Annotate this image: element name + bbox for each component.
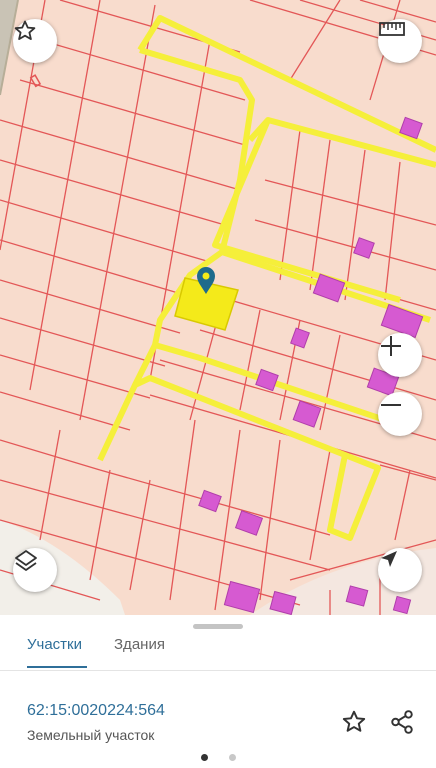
share-button[interactable] xyxy=(389,709,415,740)
minus-icon xyxy=(381,404,401,406)
favorite-map-button[interactable] xyxy=(13,19,57,63)
tab-buildings[interactable]: Здания xyxy=(114,636,165,653)
divider xyxy=(0,670,436,671)
object-type-label: Земельный участок xyxy=(27,727,155,743)
map-canvas[interactable] xyxy=(0,0,436,615)
layers-button[interactable] xyxy=(13,548,57,592)
plus-icon xyxy=(381,336,401,356)
share-icon xyxy=(391,710,413,734)
ruler-icon xyxy=(379,22,405,36)
tab-plots[interactable]: Участки xyxy=(27,636,82,653)
pager-dot[interactable] xyxy=(229,754,236,761)
star-outline-icon xyxy=(342,710,366,732)
pager-dot-active[interactable] xyxy=(201,754,208,761)
building xyxy=(392,595,412,615)
building xyxy=(290,327,310,349)
map-view[interactable] xyxy=(0,0,436,615)
building xyxy=(223,580,261,614)
zoom-in-button[interactable] xyxy=(378,333,422,377)
star-outline-icon xyxy=(14,20,36,40)
zoom-out-button[interactable] xyxy=(378,392,422,436)
active-tab-indicator xyxy=(27,666,87,668)
cadastral-number: 62:15:0020224:564 xyxy=(27,702,165,719)
highlighted-roads xyxy=(97,15,436,541)
building xyxy=(353,237,375,259)
my-location-button[interactable] xyxy=(378,548,422,592)
favorite-button[interactable] xyxy=(341,709,367,740)
building xyxy=(255,368,279,392)
sheet-drag-handle[interactable] xyxy=(193,624,243,629)
layers-icon xyxy=(15,550,37,571)
building xyxy=(198,489,222,513)
ruler-button[interactable] xyxy=(378,19,422,63)
navigation-arrow-icon xyxy=(381,551,397,567)
